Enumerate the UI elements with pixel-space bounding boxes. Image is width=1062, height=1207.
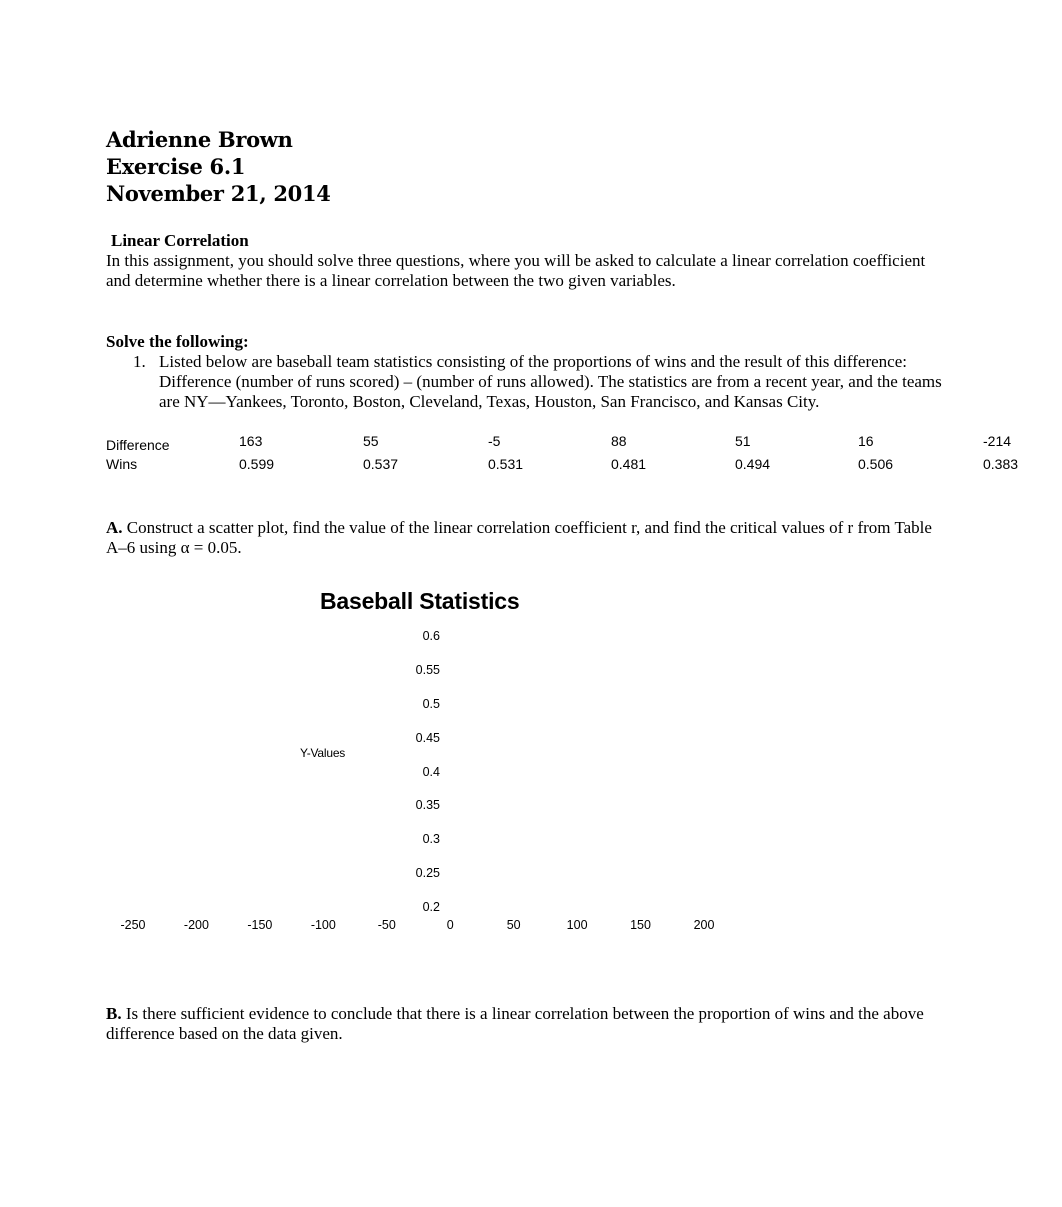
x-tick-label: 100: [566, 918, 588, 932]
table-cell: 0.494: [735, 456, 771, 472]
table-cell: 55: [363, 433, 379, 449]
x-tick-label: -150: [247, 918, 273, 932]
y-tick-label: 0.55: [415, 662, 440, 677]
plot-area: [0, 580, 1062, 940]
y-tick-label: 0.5: [422, 696, 440, 711]
table-cell: 0.531: [488, 456, 524, 472]
x-tick-label: -250: [120, 918, 146, 932]
y-tick-label: 0.45: [415, 730, 440, 745]
section-title: Linear Correlation: [111, 231, 249, 250]
table-cell: 88: [611, 433, 627, 449]
x-tick-label: 0: [446, 918, 454, 932]
question-b-label: B.: [106, 1004, 122, 1023]
table-cell: 0.537: [363, 456, 399, 472]
scatter-chart: Baseball Statistics Y-Values 0.6 0.55 0.5 0…: [0, 580, 1062, 940]
question-b: B. Is there sufficient evidence to concl…: [106, 1004, 946, 1044]
x-tick-label: -100: [310, 918, 336, 932]
question-a: A. Construct a scatter plot, find the va…: [106, 518, 946, 558]
x-tick-label: 200: [693, 918, 715, 932]
question-a-label: A.: [106, 518, 123, 537]
table-cell: 0.383: [983, 456, 1019, 472]
y-tick-label: 0.2: [422, 900, 440, 914]
table-row-difference: Difference 163 55 -5 88 51 16 -214: [106, 432, 1046, 454]
y-tick-label: 0.25: [415, 866, 440, 881]
author-name: Adrienne Brown: [106, 127, 293, 152]
table-cell: 0.481: [611, 456, 647, 472]
solve-heading: Solve the following:: [106, 332, 249, 351]
x-tick-label: -50: [377, 918, 396, 932]
table-cell: -214: [983, 433, 1012, 449]
document-header: Adrienne Brown Exercise 6.1 November 21,…: [106, 126, 331, 207]
table-cell: -5: [488, 433, 501, 449]
table-row-wins: Wins 0.599 0.537 0.531 0.481 0.494 0.506…: [106, 454, 1046, 476]
x-tick-label: 150: [630, 918, 651, 932]
document-date: November 21, 2014: [106, 181, 331, 206]
y-tick-label: 0.3: [422, 832, 440, 847]
row-label: Difference: [106, 437, 170, 453]
data-table: Difference 163 55 -5 88 51 16 -214 Wins …: [106, 432, 1046, 476]
table-cell: 163: [239, 433, 263, 449]
question-text: Listed below are baseball team statistic…: [159, 352, 942, 411]
table-cell: 0.506: [858, 456, 894, 472]
y-tick-label: 0.4: [422, 764, 440, 779]
question-a-text: Construct a scatter plot, find the value…: [106, 518, 932, 557]
x-tick-label: 50: [506, 918, 521, 932]
table-cell: 0.599: [239, 456, 275, 472]
x-tick-label: -200: [183, 918, 209, 932]
table-cell: 16: [858, 433, 874, 449]
list-number: 1.: [133, 352, 146, 371]
question-b-text: Is there sufficient evidence to conclude…: [106, 1004, 924, 1043]
table-cell: 51: [735, 433, 751, 449]
y-tick-label: 0.35: [415, 798, 440, 813]
y-tick-label: 0.6: [422, 629, 440, 643]
intro-paragraph: In this assignment, you should solve thr…: [106, 251, 926, 290]
exercise-title: Exercise 6.1: [106, 154, 246, 179]
row-label: Wins: [106, 456, 138, 472]
